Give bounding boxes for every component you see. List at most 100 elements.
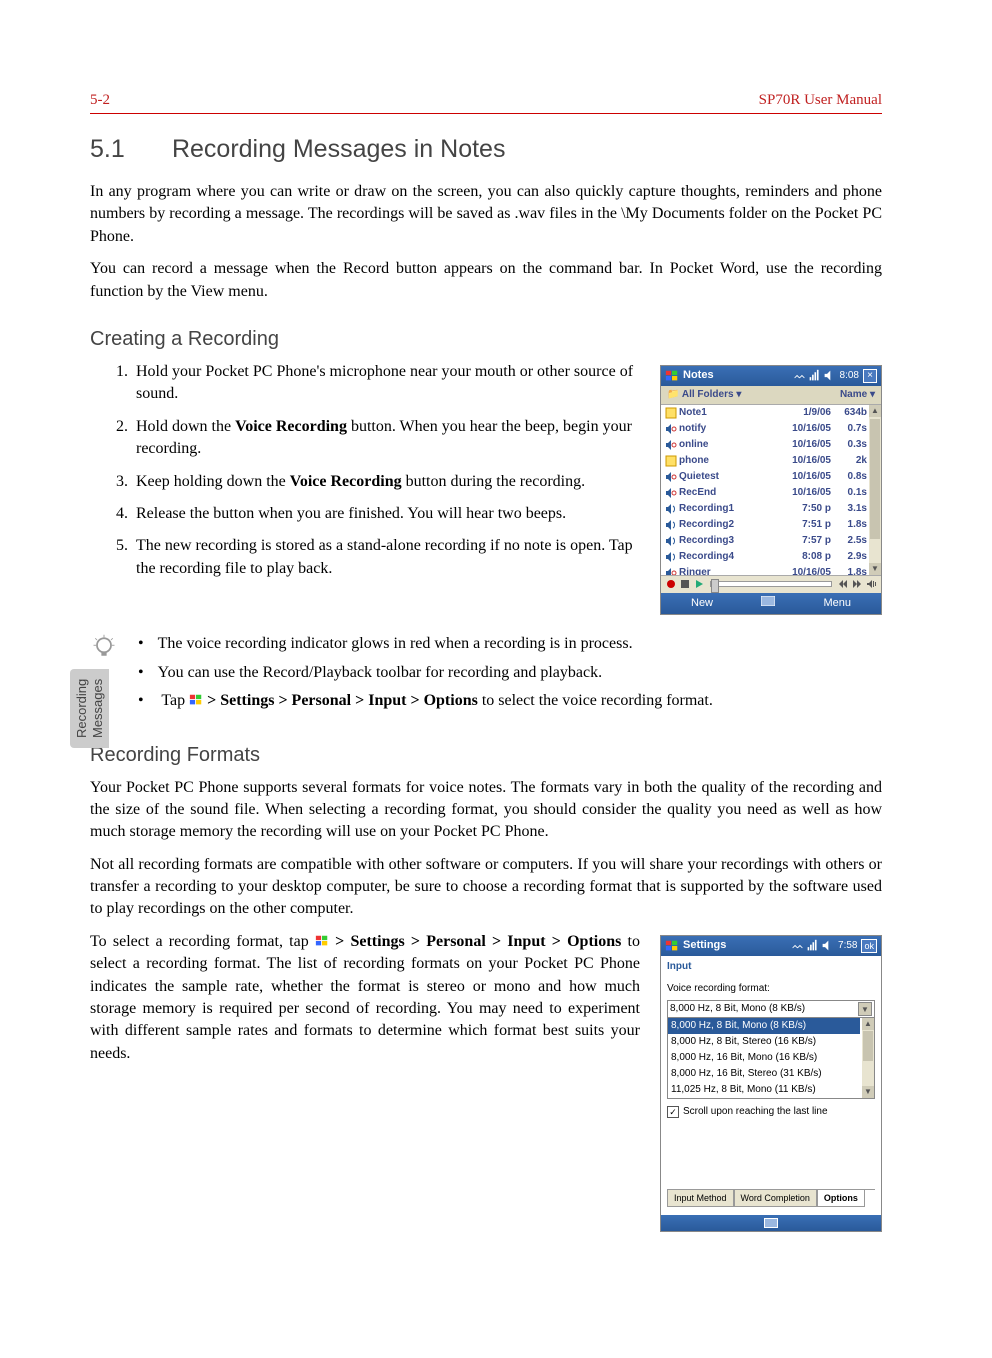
scrollbar[interactable]: ▲ ▼: [869, 405, 881, 575]
volume-button[interactable]: [865, 578, 877, 590]
file-icon: [665, 487, 677, 499]
scroll-down-icon[interactable]: ▼: [869, 563, 881, 575]
settings-subtitle: Input: [661, 956, 881, 978]
file-icon: [665, 519, 677, 531]
file-row[interactable]: notify10/16/050.7s: [661, 421, 881, 437]
tab-word-completion[interactable]: Word Completion: [734, 1190, 817, 1208]
notes-menubar: New Menu: [661, 593, 881, 614]
scroll-up-icon[interactable]: ▲: [862, 1018, 874, 1030]
scroll-thumb[interactable]: [870, 419, 880, 539]
menu-menu[interactable]: Menu: [823, 596, 851, 611]
file-name: Recording2: [679, 518, 771, 532]
side-tab: RecordingMessages: [70, 669, 109, 748]
ok-button[interactable]: ok: [861, 939, 877, 954]
file-row[interactable]: Recording48:08 p2.9s: [661, 549, 881, 565]
file-row[interactable]: Ringer10/16/051.8s: [661, 565, 881, 575]
format-option[interactable]: 8,000 Hz, 8 Bit, Mono (8 KB/s): [668, 1018, 860, 1034]
clock[interactable]: 8:08: [840, 369, 859, 383]
section-5-1-heading: 5.1 Recording Messages in Notes: [90, 132, 882, 167]
file-row[interactable]: phone10/16/052k: [661, 453, 881, 469]
format-option[interactable]: 8,000 Hz, 16 Bit, Mono (16 KB/s): [668, 1050, 860, 1066]
playback-slider[interactable]: [710, 581, 832, 587]
close-button[interactable]: ×: [863, 369, 877, 383]
section-number: 5.1: [90, 132, 165, 167]
file-name: Quietest: [679, 470, 771, 484]
volume-icon[interactable]: [821, 939, 834, 952]
step-4: Release the button when you are finished…: [132, 503, 640, 525]
file-icon: [665, 503, 677, 515]
stop-button[interactable]: [679, 578, 691, 590]
signal-icon[interactable]: [806, 939, 819, 952]
file-row[interactable]: Note11/9/06634b: [661, 405, 881, 421]
settings-screenshot: Settings 7:58 ok Input Voice recording f…: [660, 935, 882, 1233]
file-size: 3.1s: [831, 502, 867, 516]
clock[interactable]: 7:58: [838, 939, 857, 953]
file-size: 0.1s: [831, 486, 867, 500]
file-list[interactable]: ▲ ▼ Note11/9/06634bnotify10/16/050.7sonl…: [661, 405, 881, 575]
page-number: 5-2: [90, 90, 110, 111]
play-button[interactable]: [693, 578, 705, 590]
settings-tabs: Input Method Word Completion Options: [667, 1189, 875, 1208]
dropdown-scrollbar[interactable]: ▲ ▼: [862, 1018, 874, 1098]
file-size: 634b: [831, 406, 867, 420]
recording-formats-heading: Recording Formats: [90, 741, 882, 769]
scroll-thumb[interactable]: [863, 1031, 873, 1061]
file-name: Recording4: [679, 550, 771, 564]
file-row[interactable]: online10/16/050.3s: [661, 437, 881, 453]
file-row[interactable]: Recording27:51 p1.8s: [661, 517, 881, 533]
file-size: 2k: [831, 454, 867, 468]
section-title: Recording Messages in Notes: [172, 135, 506, 163]
format-option[interactable]: 11,025 Hz, 8 Bit, Mono (11 KB/s): [668, 1082, 860, 1098]
skip-back-button[interactable]: [837, 578, 849, 590]
start-flag-icon[interactable]: [665, 369, 679, 383]
format-dropdown[interactable]: ▲ ▼ 8,000 Hz, 8 Bit, Mono (8 KB/s) 8,000…: [667, 1018, 875, 1099]
tip-block: The voice recording indicator glows in r…: [90, 633, 882, 718]
dropdown-arrow-icon[interactable]: ▼: [858, 1002, 872, 1016]
file-size: 2.9s: [831, 550, 867, 564]
file-date: 8:08 p: [771, 550, 831, 564]
file-name: Ringer: [679, 566, 771, 575]
format-select[interactable]: 8,000 Hz, 8 Bit, Mono (8 KB/s) ▼ ▲ ▼ 8,0…: [667, 1000, 875, 1099]
file-icon: [665, 439, 677, 451]
format-option[interactable]: 8,000 Hz, 16 Bit, Stereo (31 KB/s): [668, 1066, 860, 1082]
file-row[interactable]: Recording37:57 p2.5s: [661, 533, 881, 549]
scroll-down-icon[interactable]: ▼: [862, 1086, 874, 1098]
sort-dropdown[interactable]: Name ▾: [840, 388, 875, 402]
format-option[interactable]: 8,000 Hz, 8 Bit, Stereo (16 KB/s): [668, 1034, 860, 1050]
scroll-checkbox[interactable]: ✓ Scroll upon reaching the last line: [667, 1105, 875, 1119]
creating-steps: Hold your Pocket PC Phone's microphone n…: [90, 361, 640, 580]
connectivity-icon[interactable]: [793, 369, 806, 382]
keyboard-icon[interactable]: [761, 596, 775, 606]
file-row[interactable]: RecEnd10/16/050.1s: [661, 485, 881, 501]
record-button[interactable]: [665, 578, 677, 590]
tip-3: Tap > Settings > Personal > Input > Opti…: [138, 690, 713, 712]
new-menu[interactable]: New: [691, 596, 713, 611]
file-size: 0.8s: [831, 470, 867, 484]
file-row[interactable]: Recording17:50 p3.1s: [661, 501, 881, 517]
volume-icon[interactable]: [823, 369, 836, 382]
checkbox-icon[interactable]: ✓: [667, 1106, 679, 1118]
file-date: 1/9/06: [771, 406, 831, 420]
file-size: 1.8s: [831, 518, 867, 532]
connectivity-icon[interactable]: [791, 939, 804, 952]
file-date: 10/16/05: [771, 454, 831, 468]
creating-recording-heading: Creating a Recording: [90, 325, 882, 353]
start-flag-icon[interactable]: [665, 939, 679, 953]
skip-fwd-button[interactable]: [851, 578, 863, 590]
formats-para-3: To select a recording format, tap > Sett…: [90, 931, 640, 1065]
file-date: 7:57 p: [771, 534, 831, 548]
settings-titlebar: Settings 7:58 ok: [661, 936, 881, 956]
side-tab-label: RecordingMessages: [74, 679, 105, 738]
keyboard-icon[interactable]: [764, 1218, 778, 1228]
tab-input-method[interactable]: Input Method: [667, 1190, 734, 1208]
file-date: 7:51 p: [771, 518, 831, 532]
notes-title: Notes: [683, 368, 793, 383]
file-row[interactable]: Quietest10/16/050.8s: [661, 469, 881, 485]
file-size: 0.7s: [831, 422, 867, 436]
tab-options[interactable]: Options: [817, 1190, 865, 1208]
format-label: Voice recording format:: [667, 982, 875, 996]
settings-title: Settings: [683, 938, 791, 953]
folders-dropdown[interactable]: 📁 All Folders ▾: [667, 388, 741, 402]
scroll-up-icon[interactable]: ▲: [869, 405, 881, 417]
signal-icon[interactable]: [808, 369, 821, 382]
